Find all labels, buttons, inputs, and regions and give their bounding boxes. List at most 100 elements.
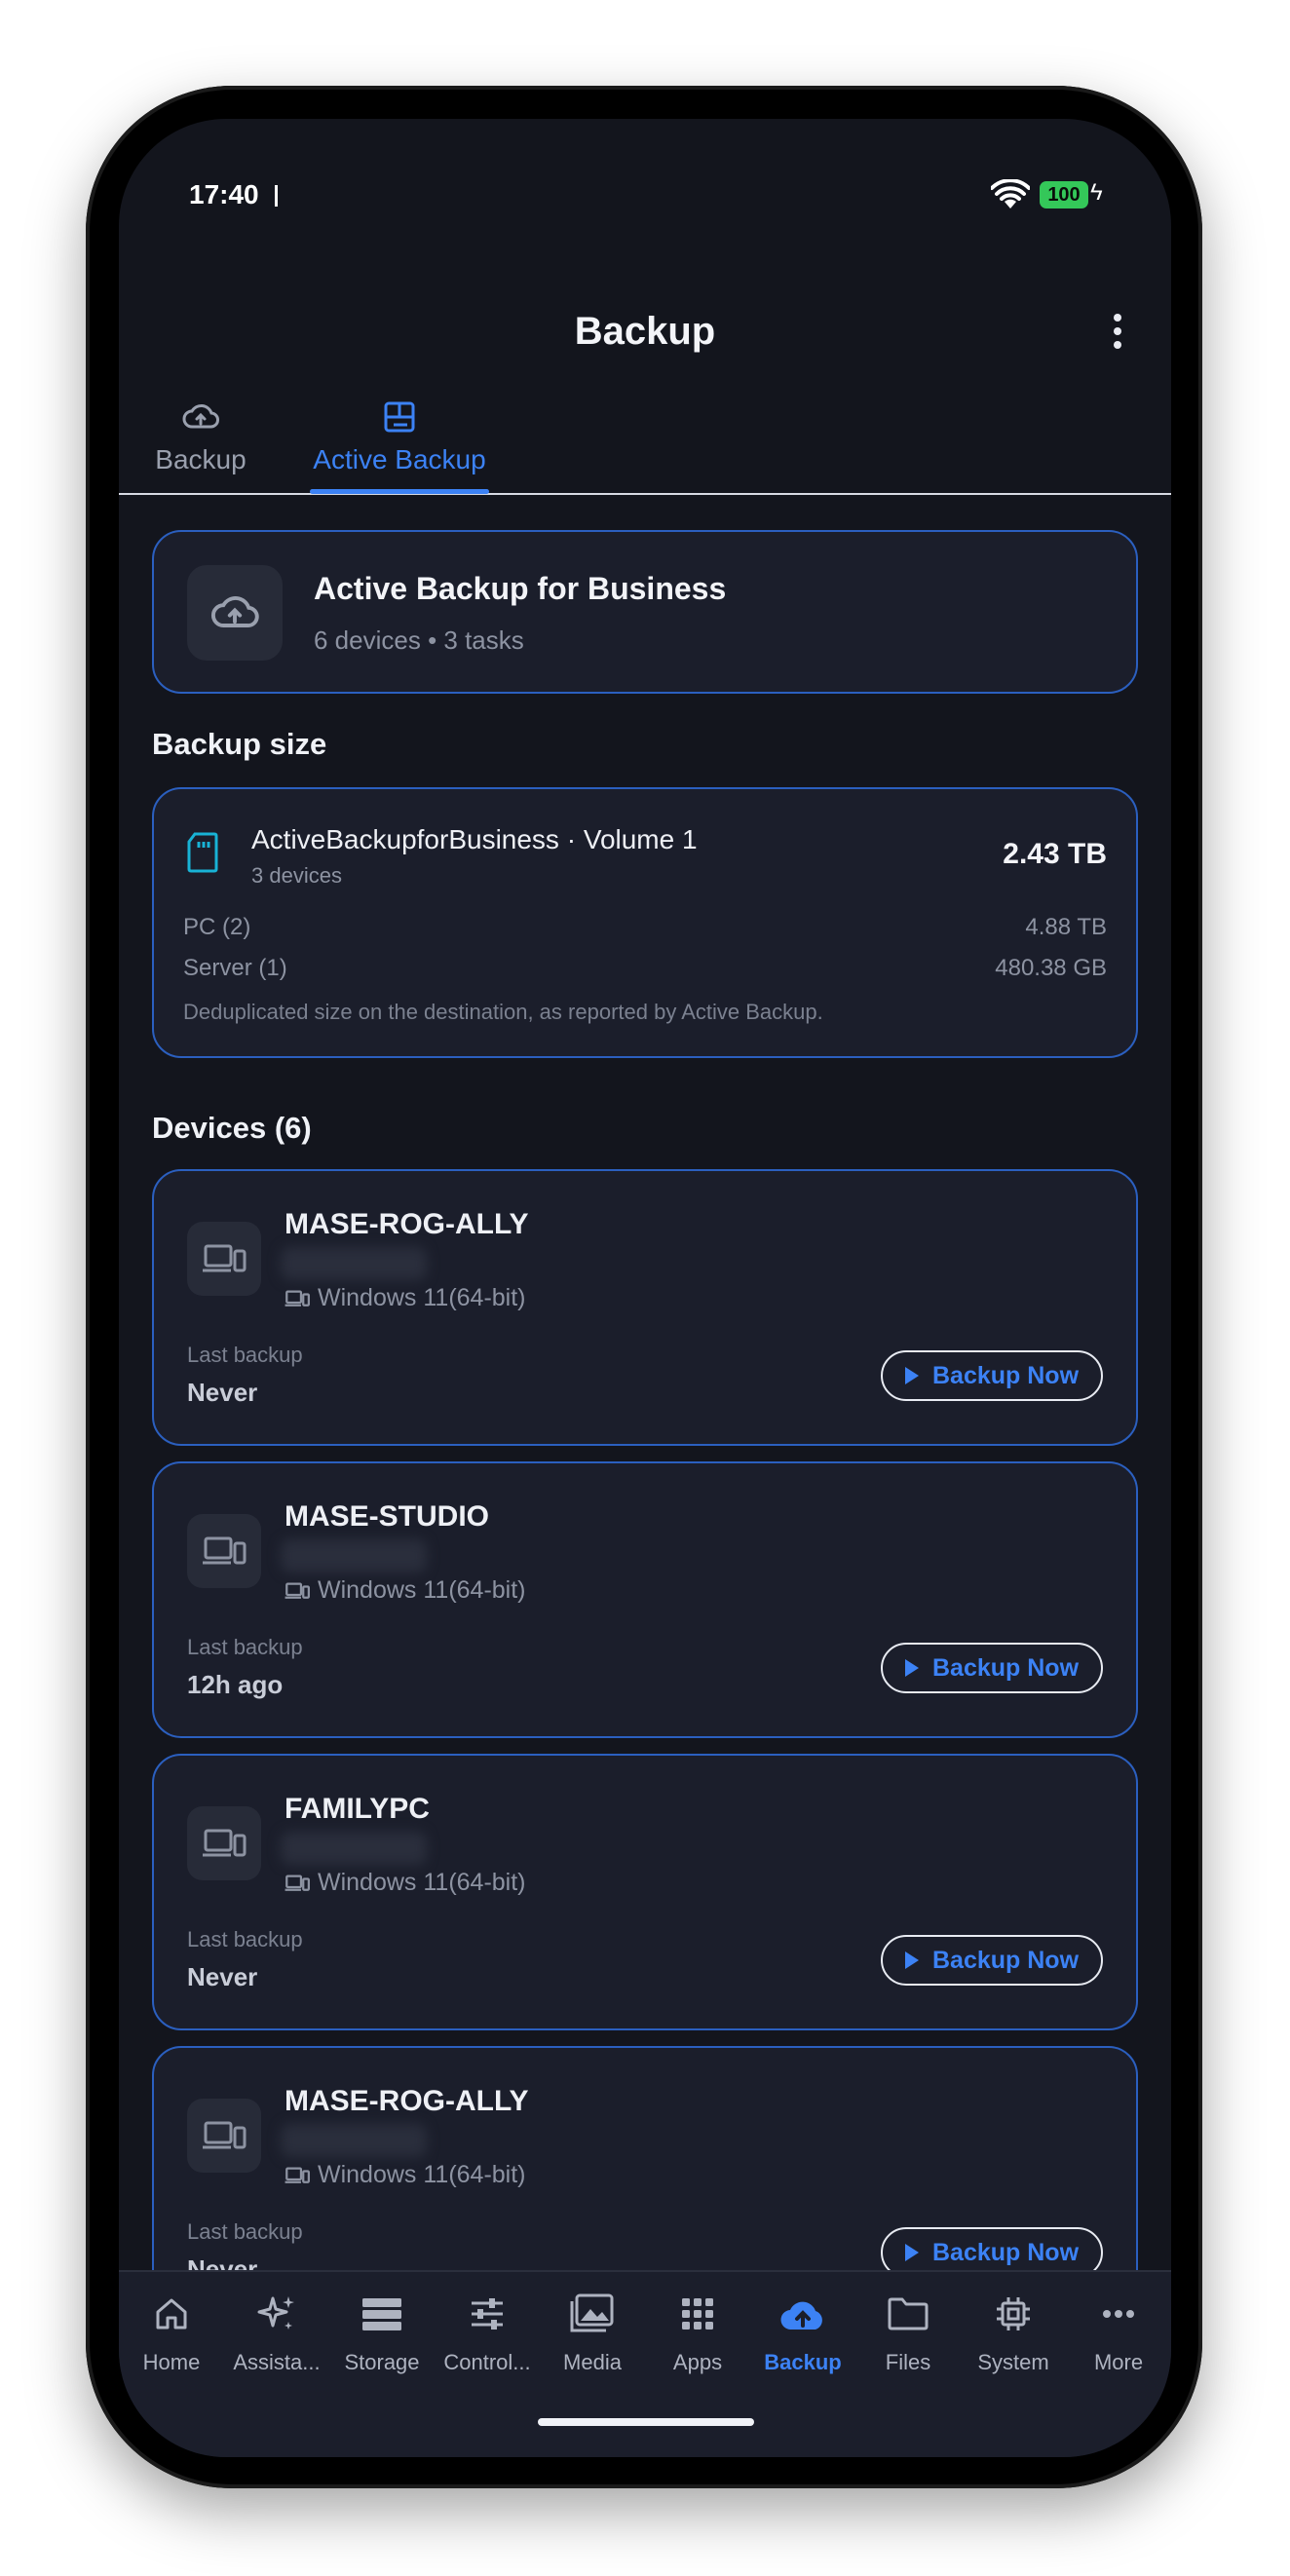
- last-backup-value: 12h ago: [187, 1670, 284, 1699]
- devices-icon: [285, 2167, 310, 2183]
- device-card[interactable]: MASE-ROG-ALLY Windows 11(64-bit) Last ba…: [152, 1169, 1138, 1446]
- cloud-upload-icon: [780, 2301, 822, 2330]
- volume-total-size: 2.43 TB: [1003, 838, 1107, 870]
- play-icon: [904, 1367, 919, 1384]
- device-os: Windows 11(64-bit): [285, 1284, 526, 1312]
- sd-card-icon: [187, 832, 218, 873]
- devices-icon: [203, 1536, 247, 1565]
- nav-label: Apps: [672, 2350, 723, 2374]
- nav-label: More: [1093, 2350, 1144, 2374]
- device-card[interactable]: MASE-STUDIO Windows 11(64-bit) Last back…: [152, 1461, 1138, 1738]
- size-note: Deduplicated size on the destination, as…: [183, 1000, 823, 1024]
- last-backup-label: Last backup: [187, 2219, 303, 2244]
- last-backup-label: Last backup: [187, 1635, 303, 1659]
- last-backup-label: Last backup: [187, 1343, 303, 1367]
- battery-icon: 100: [1040, 181, 1088, 208]
- backup-now-button[interactable]: Backup Now: [881, 1935, 1103, 1986]
- active-backup-icon: [384, 401, 415, 433]
- device-ip-redacted: [281, 2124, 427, 2157]
- more-options-icon[interactable]: [1111, 314, 1124, 353]
- devices-icon: [203, 2121, 247, 2149]
- active-backup-summary-card[interactable]: Active Backup for Business 6 devices • 3…: [152, 530, 1138, 694]
- bottom-navigation: Home Assista... Storage Control... Media…: [119, 2270, 1171, 2457]
- status-time: 17:40: [189, 179, 259, 209]
- devices-icon: [285, 1875, 310, 1891]
- nav-more[interactable]: More: [1066, 2292, 1171, 2375]
- backup-now-button[interactable]: Backup Now: [881, 1643, 1103, 1693]
- device-os-label: Windows 11(64-bit): [318, 1576, 526, 1604]
- last-backup-value: Never: [187, 2254, 258, 2270]
- status-indicator: [275, 185, 278, 207]
- backup-size-heading: Backup size: [152, 727, 327, 761]
- nav-label: Media: [563, 2350, 622, 2374]
- nav-storage[interactable]: Storage: [329, 2292, 435, 2375]
- backup-now-label: Backup Now: [931, 1361, 1080, 1389]
- backup-now-button[interactable]: Backup Now: [881, 2227, 1103, 2270]
- more-dots-icon: [1103, 2310, 1134, 2318]
- device-os: Windows 11(64-bit): [285, 2161, 526, 2189]
- last-backup-value: Never: [187, 1962, 258, 1991]
- nav-control-panel[interactable]: Control...: [435, 2292, 540, 2375]
- nav-label: Home: [142, 2350, 201, 2374]
- devices-icon: [285, 1582, 310, 1599]
- backup-now-label: Backup Now: [931, 2238, 1080, 2266]
- device-icon-box: [187, 1222, 261, 1296]
- device-ip-redacted: [281, 1247, 427, 1280]
- tab-bar: Backup Active Backup: [119, 392, 1171, 495]
- device-card[interactable]: MASE-ROG-ALLY Windows 11(64-bit) Last ba…: [152, 2046, 1138, 2270]
- nav-system[interactable]: System: [961, 2292, 1066, 2375]
- nav-apps[interactable]: Apps: [645, 2292, 750, 2375]
- size-row-value: 480.38 GB: [995, 955, 1107, 981]
- devices-heading: Devices (6): [152, 1111, 312, 1145]
- size-row-server: Server (1) 480.38 GB: [183, 955, 1107, 982]
- device-ip-redacted: [281, 1832, 427, 1865]
- nav-label: Files: [885, 2350, 931, 2374]
- cloud-upload-icon: [211, 596, 259, 627]
- nav-files[interactable]: Files: [855, 2292, 961, 2375]
- device-name: MASE-ROG-ALLY: [285, 1208, 529, 1240]
- last-backup-label: Last backup: [187, 1927, 303, 1951]
- device-ip-redacted: [281, 1539, 427, 1572]
- apps-grid-icon: [682, 2298, 713, 2330]
- nav-backup[interactable]: Backup: [750, 2292, 855, 2375]
- nav-label: System: [977, 2350, 1049, 2374]
- nav-label: Storage: [344, 2350, 420, 2374]
- charging-bolt-icon: ϟ: [1090, 179, 1103, 206]
- tab-active-backup-label: Active Backup: [313, 444, 486, 474]
- media-icon: [570, 2293, 614, 2332]
- summary-icon-box: [187, 565, 283, 661]
- nav-home[interactable]: Home: [119, 2292, 224, 2375]
- devices-icon: [203, 1244, 247, 1272]
- nav-label: Backup: [764, 2350, 842, 2374]
- device-name: MASE-STUDIO: [285, 1500, 489, 1533]
- device-os: Windows 11(64-bit): [285, 1576, 526, 1605]
- page-title: Backup: [574, 310, 716, 353]
- last-backup-value: Never: [187, 1378, 258, 1407]
- summary-title: Active Backup for Business: [314, 571, 727, 606]
- nav-assistant[interactable]: Assista...: [224, 2292, 329, 2375]
- play-icon: [904, 1659, 919, 1677]
- cloud-upload-icon: [182, 404, 219, 429]
- device-os-label: Windows 11(64-bit): [318, 1284, 526, 1311]
- wifi-icon: [991, 179, 1030, 208]
- storage-icon: [362, 2298, 401, 2330]
- size-row-label: Server (1): [183, 955, 287, 981]
- folder-icon: [888, 2297, 929, 2330]
- tab-backup-label: Backup: [155, 444, 247, 474]
- tab-backup[interactable]: Backup: [152, 392, 249, 495]
- device-card[interactable]: FAMILYPC Windows 11(64-bit) Last backup …: [152, 1754, 1138, 2030]
- home-indicator[interactable]: [538, 2418, 754, 2426]
- device-os-label: Windows 11(64-bit): [318, 1869, 526, 1896]
- device-name: FAMILYPC: [285, 1793, 430, 1825]
- size-row-value: 4.88 TB: [1025, 914, 1107, 940]
- backup-now-label: Backup Now: [931, 1946, 1080, 1974]
- volume-device-count: 3 devices: [251, 863, 342, 888]
- device-os: Windows 11(64-bit): [285, 1869, 526, 1897]
- nav-label: Assista...: [233, 2350, 321, 2374]
- tab-active-backup[interactable]: Active Backup: [310, 392, 489, 495]
- nav-media[interactable]: Media: [540, 2292, 645, 2375]
- backup-now-button[interactable]: Backup Now: [881, 1350, 1103, 1401]
- device-name: MASE-ROG-ALLY: [285, 2085, 529, 2117]
- content-scroll[interactable]: Active Backup for Business 6 devices • 3…: [119, 497, 1171, 2270]
- backup-now-label: Backup Now: [931, 1653, 1080, 1682]
